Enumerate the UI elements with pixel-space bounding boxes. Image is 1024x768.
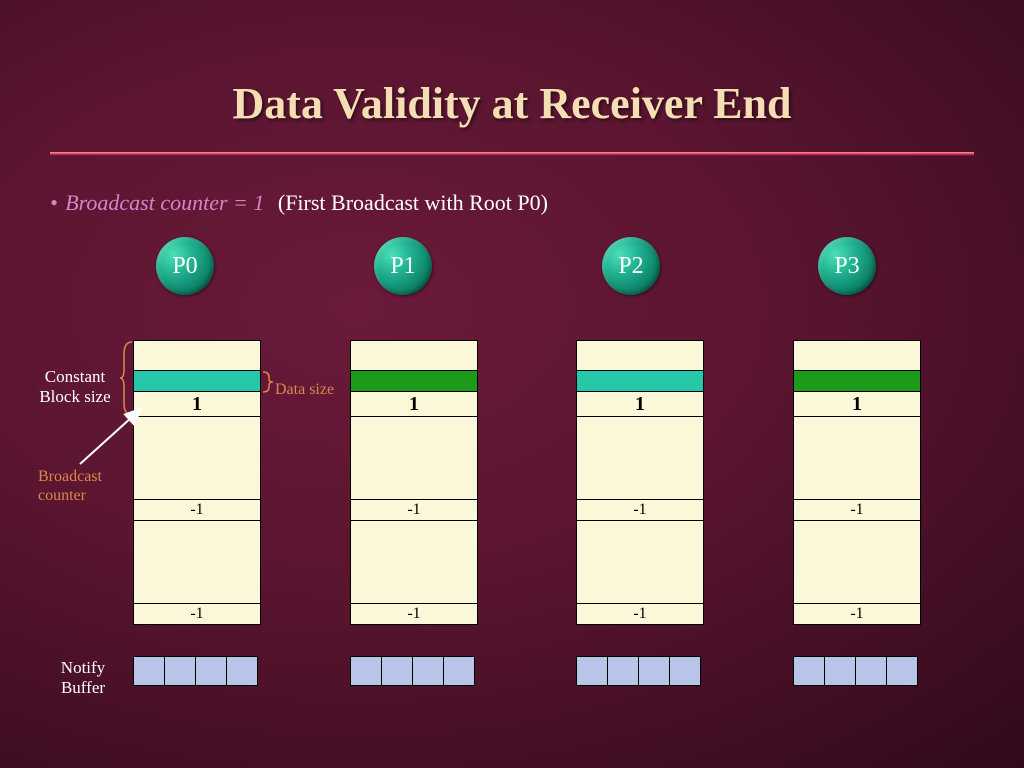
label-data-size: Data size [275,380,334,399]
slot2-counter: -1 [793,499,921,521]
notify-buffer-p1 [350,656,475,686]
block-top [350,340,478,370]
label-broadcast-counter: Broadcastcounter [38,467,102,505]
notify-cell [669,656,701,686]
notify-buffer-p3 [793,656,918,686]
process-node-p2: P2 [602,237,660,295]
process-node-p1: P1 [374,237,432,295]
subtitle-rest: (First Broadcast with Root P0) [278,190,548,215]
slot3-counter: -1 [793,603,921,625]
block-mid [350,417,478,499]
slot3-counter: -1 [133,603,261,625]
buffer-column-p2: 1 -1 -1 [576,340,704,625]
block-mid [576,417,704,499]
process-node-p0: P0 [156,237,214,295]
slot3-counter: -1 [576,603,704,625]
notify-cell [195,656,227,686]
block-top [133,340,261,370]
label-notify-buffer: NotifyBuffer [48,658,118,699]
slide-title: Data Validity at Receiver End [0,0,1024,129]
data-strip [576,370,704,392]
notify-cell [576,656,608,686]
data-strip [793,370,921,392]
slot3-counter: -1 [350,603,478,625]
block-mid [793,417,921,499]
slot2-counter: -1 [133,499,261,521]
data-strip [133,370,261,392]
subtitle: • Broadcast counter = 1 (First Broadcast… [50,190,548,216]
arrow-broadcast-counter [70,400,160,470]
notify-cell [886,656,918,686]
notify-cell [443,656,475,686]
notify-cell [164,656,196,686]
slot2-counter: -1 [350,499,478,521]
notify-buffer-p0 [133,656,258,686]
buffer-column-p0: 1 -1 -1 [133,340,261,625]
slot2-counter: -1 [576,499,704,521]
notify-cell [381,656,413,686]
counter-row: 1 [350,392,478,417]
notify-cell [638,656,670,686]
notify-cell [350,656,382,686]
notify-cell [793,656,825,686]
block-mid-2 [133,521,261,603]
title-underline [50,152,974,156]
notify-cell [133,656,165,686]
data-strip [350,370,478,392]
buffer-column-p3: 1 -1 -1 [793,340,921,625]
subtitle-emphasis: Broadcast counter = 1 [65,190,264,215]
block-mid-2 [350,521,478,603]
process-node-p3: P3 [818,237,876,295]
block-mid-2 [576,521,704,603]
notify-buffer-p2 [576,656,701,686]
block-top [576,340,704,370]
counter-row: 1 [793,392,921,417]
brace-data-size [261,370,275,394]
notify-cell [412,656,444,686]
buffer-column-p1: 1 -1 -1 [350,340,478,625]
bullet-icon: • [50,190,58,215]
block-top [793,340,921,370]
notify-cell [824,656,856,686]
counter-row: 1 [576,392,704,417]
notify-cell [226,656,258,686]
notify-cell [607,656,639,686]
notify-cell [855,656,887,686]
block-mid-2 [793,521,921,603]
